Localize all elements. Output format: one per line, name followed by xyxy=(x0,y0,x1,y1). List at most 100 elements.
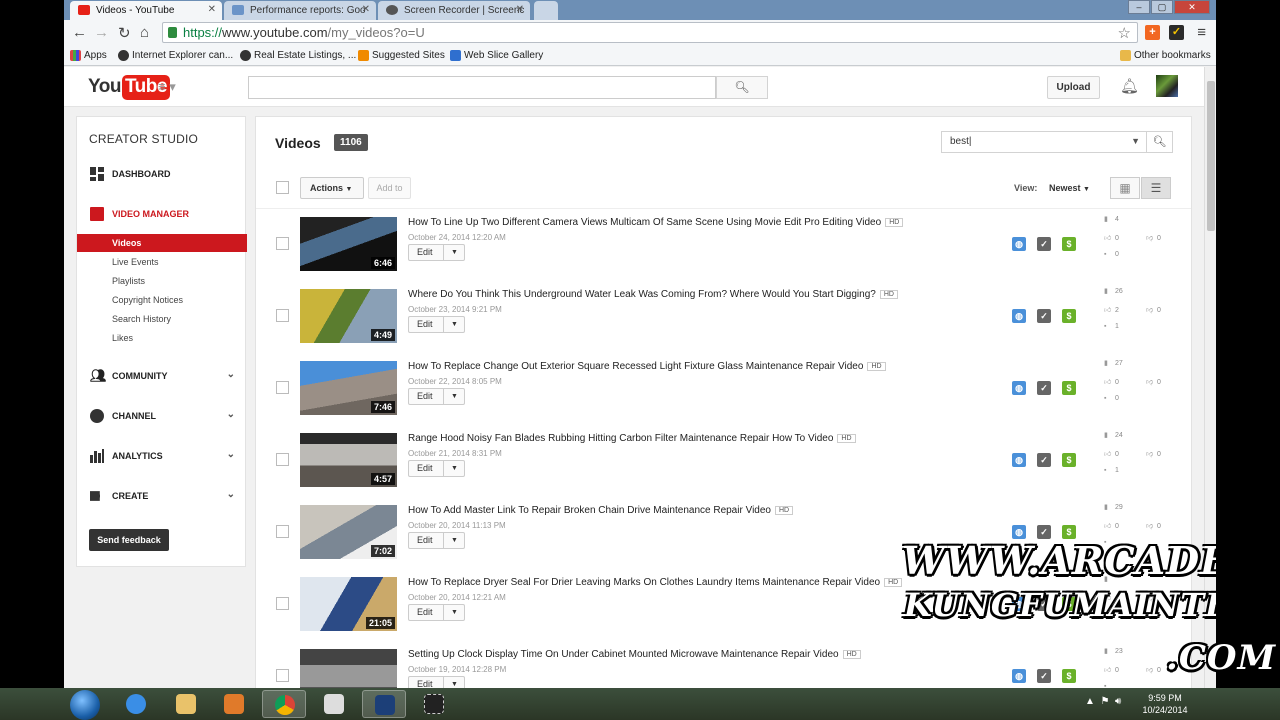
monetized-dollar-icon[interactable]: $ xyxy=(1062,525,1076,539)
caret-down-icon[interactable]: ▼ xyxy=(443,389,465,404)
avatar[interactable] xyxy=(1156,75,1178,97)
taskbar-screen-recorder[interactable] xyxy=(412,690,456,718)
chrome-menu-icon[interactable]: ≡ xyxy=(1197,24,1206,41)
edit-button[interactable]: Edit ▼ xyxy=(408,316,465,333)
video-thumbnail[interactable]: 6:46 xyxy=(300,217,397,271)
sidebar-subitem-videos[interactable]: Videos xyxy=(77,234,247,252)
sidebar-item-create[interactable]: CREATE ⌄ xyxy=(77,487,247,507)
sidebar-item-video-manager[interactable]: VIDEO MANAGER xyxy=(77,205,247,225)
public-globe-icon[interactable]: ◍ xyxy=(1012,453,1026,467)
start-button[interactable] xyxy=(70,690,100,720)
row-checkbox[interactable] xyxy=(276,309,289,322)
row-checkbox[interactable] xyxy=(276,237,289,250)
edit-button[interactable]: Edit ▼ xyxy=(408,532,465,549)
maximize-icon[interactable]: ▢ xyxy=(1151,0,1173,14)
forward-arrow-icon[interactable]: → xyxy=(94,24,109,41)
bookmark-ie[interactable]: Internet Explorer can... xyxy=(118,50,233,61)
public-globe-icon[interactable]: ◍ xyxy=(1012,237,1026,251)
taskbar-clock[interactable]: 9:59 PM 10/24/2014 xyxy=(1140,692,1190,716)
sidebar-subitem-likes[interactable]: Likes xyxy=(77,329,247,347)
video-title-link[interactable]: Setting Up Clock Display Time On Under C… xyxy=(408,649,861,660)
sidebar-item-community[interactable]: 👥︎ COMMUNITY ⌄ xyxy=(77,367,247,387)
caret-down-icon[interactable]: ▼ xyxy=(443,317,465,332)
actions-dropdown[interactable]: Actions ▼ xyxy=(300,177,364,199)
tab-videos-youtube[interactable]: Videos - YouTube ✕ xyxy=(70,1,222,20)
sidebar-subitem-playlists[interactable]: Playlists xyxy=(77,272,247,290)
sidebar-subitem-search-history[interactable]: Search History xyxy=(77,310,247,328)
video-thumbnail[interactable] xyxy=(300,649,397,689)
bookmark-star-icon[interactable]: ☆ xyxy=(1118,24,1131,42)
video-thumbnail[interactable]: 4:57 xyxy=(300,433,397,487)
new-tab-button[interactable] xyxy=(534,1,558,20)
video-thumbnail[interactable]: 21:05 xyxy=(300,577,397,631)
check-icon[interactable]: ✓ xyxy=(1037,525,1051,539)
taskbar-chrome[interactable] xyxy=(262,690,306,718)
caret-down-icon[interactable]: ▼ xyxy=(443,461,465,476)
select-all-checkbox[interactable] xyxy=(276,181,289,194)
video-thumbnail[interactable]: 7:46 xyxy=(300,361,397,415)
bookmark-suggested-sites[interactable]: Suggested Sites xyxy=(358,50,445,61)
search-input[interactable] xyxy=(248,76,716,99)
add-to-button[interactable]: Add to xyxy=(368,177,411,199)
video-title-link[interactable]: How To Replace Dryer Seal For Drier Leav… xyxy=(408,577,903,588)
taskbar-file-explorer[interactable] xyxy=(164,690,208,718)
edit-button[interactable]: Edit ▼ xyxy=(408,244,465,261)
taskbar-internet-explorer[interactable] xyxy=(114,690,158,718)
taskbar-movie-edit[interactable] xyxy=(362,690,406,718)
video-title-link[interactable]: Range Hood Noisy Fan Blades Rubbing Hitt… xyxy=(408,433,856,444)
bookmark-apps[interactable]: Apps xyxy=(70,50,107,61)
video-thumbnail[interactable]: 4:49 xyxy=(300,289,397,343)
monetized-dollar-icon[interactable]: $ xyxy=(1062,453,1076,467)
close-icon[interactable]: ✕ xyxy=(208,4,216,15)
public-globe-icon[interactable]: ◍ xyxy=(1012,309,1026,323)
extension-plus-icon[interactable]: + xyxy=(1145,25,1160,40)
video-thumbnail[interactable]: 7:02 xyxy=(300,505,397,559)
video-search-input[interactable]: best| ▼ 🔍︎ xyxy=(941,131,1173,153)
public-globe-icon[interactable]: ◍ xyxy=(1012,669,1026,683)
row-checkbox[interactable] xyxy=(276,597,289,610)
taskbar-media-player[interactable] xyxy=(212,690,256,718)
check-icon[interactable]: ✓ xyxy=(1037,453,1051,467)
check-icon[interactable]: ✓ xyxy=(1037,237,1051,251)
notification-bell-icon[interactable]: 🔔︎ xyxy=(1120,77,1139,95)
address-bar[interactable]: https://www.youtube.com/my_videos?o=U ☆ xyxy=(162,22,1138,43)
list-view-toggle[interactable]: ☰ xyxy=(1141,177,1171,199)
home-icon[interactable]: ⌂ xyxy=(140,24,149,41)
sidebar-subitem-live-events[interactable]: Live Events xyxy=(77,253,247,271)
reload-icon[interactable]: ↻ xyxy=(118,24,131,42)
edit-button[interactable]: Edit ▼ xyxy=(408,388,465,405)
caret-down-icon[interactable]: ▼ xyxy=(443,245,465,260)
video-title-link[interactable]: How To Replace Change Out Exterior Squar… xyxy=(408,361,886,372)
video-title-link[interactable]: Where Do You Think This Underground Wate… xyxy=(408,289,898,300)
row-checkbox[interactable] xyxy=(276,453,289,466)
close-icon[interactable]: ✕ xyxy=(516,4,524,15)
caret-down-icon[interactable]: ▼ xyxy=(443,533,465,548)
monetized-dollar-icon[interactable]: $ xyxy=(1062,237,1076,251)
tab-performance-reports[interactable]: Performance reports: Goo ✕ xyxy=(224,1,376,20)
tab-screen-recorder[interactable]: Screen Recorder | Screenc ✕ xyxy=(378,1,530,20)
other-bookmarks[interactable]: Other bookmarks xyxy=(1120,50,1211,61)
filter-dropdown-icon[interactable]: ▼ xyxy=(1131,136,1140,146)
minimize-icon[interactable]: – xyxy=(1128,0,1150,14)
public-globe-icon[interactable]: ◍ xyxy=(1012,381,1026,395)
check-icon[interactable]: ✓ xyxy=(1037,381,1051,395)
sidebar-item-analytics[interactable]: ANALYTICS ⌄ xyxy=(77,447,247,467)
back-arrow-icon[interactable]: ← xyxy=(72,24,87,41)
sidebar-subitem-copyright-notices[interactable]: Copyright Notices xyxy=(77,291,247,309)
bookmark-web-slice[interactable]: Web Slice Gallery xyxy=(450,50,543,61)
grid-view-toggle[interactable]: ▦ xyxy=(1110,177,1140,199)
close-icon[interactable]: ✕ xyxy=(362,4,370,15)
sidebar-item-channel[interactable]: CHANNEL ⌄ xyxy=(77,407,247,427)
taskbar-unity[interactable] xyxy=(312,690,356,718)
sidebar-item-dashboard[interactable]: DASHBOARD xyxy=(77,165,247,185)
search-icon[interactable]: 🔍︎ xyxy=(1146,132,1172,152)
edit-button[interactable]: Edit ▼ xyxy=(408,460,465,477)
extension-check-icon[interactable]: ✓ xyxy=(1169,25,1184,40)
monetized-dollar-icon[interactable]: $ xyxy=(1062,669,1076,683)
video-title-link[interactable]: How To Add Master Link To Repair Broken … xyxy=(408,505,794,516)
video-title-link[interactable]: How To Line Up Two Different Camera View… xyxy=(408,217,904,228)
sort-dropdown[interactable]: Newest ▼ xyxy=(1049,183,1090,193)
row-checkbox[interactable] xyxy=(276,381,289,394)
creator-studio-title[interactable]: CREATOR STUDIO xyxy=(89,132,198,146)
public-globe-icon[interactable]: ◍ xyxy=(1012,525,1026,539)
